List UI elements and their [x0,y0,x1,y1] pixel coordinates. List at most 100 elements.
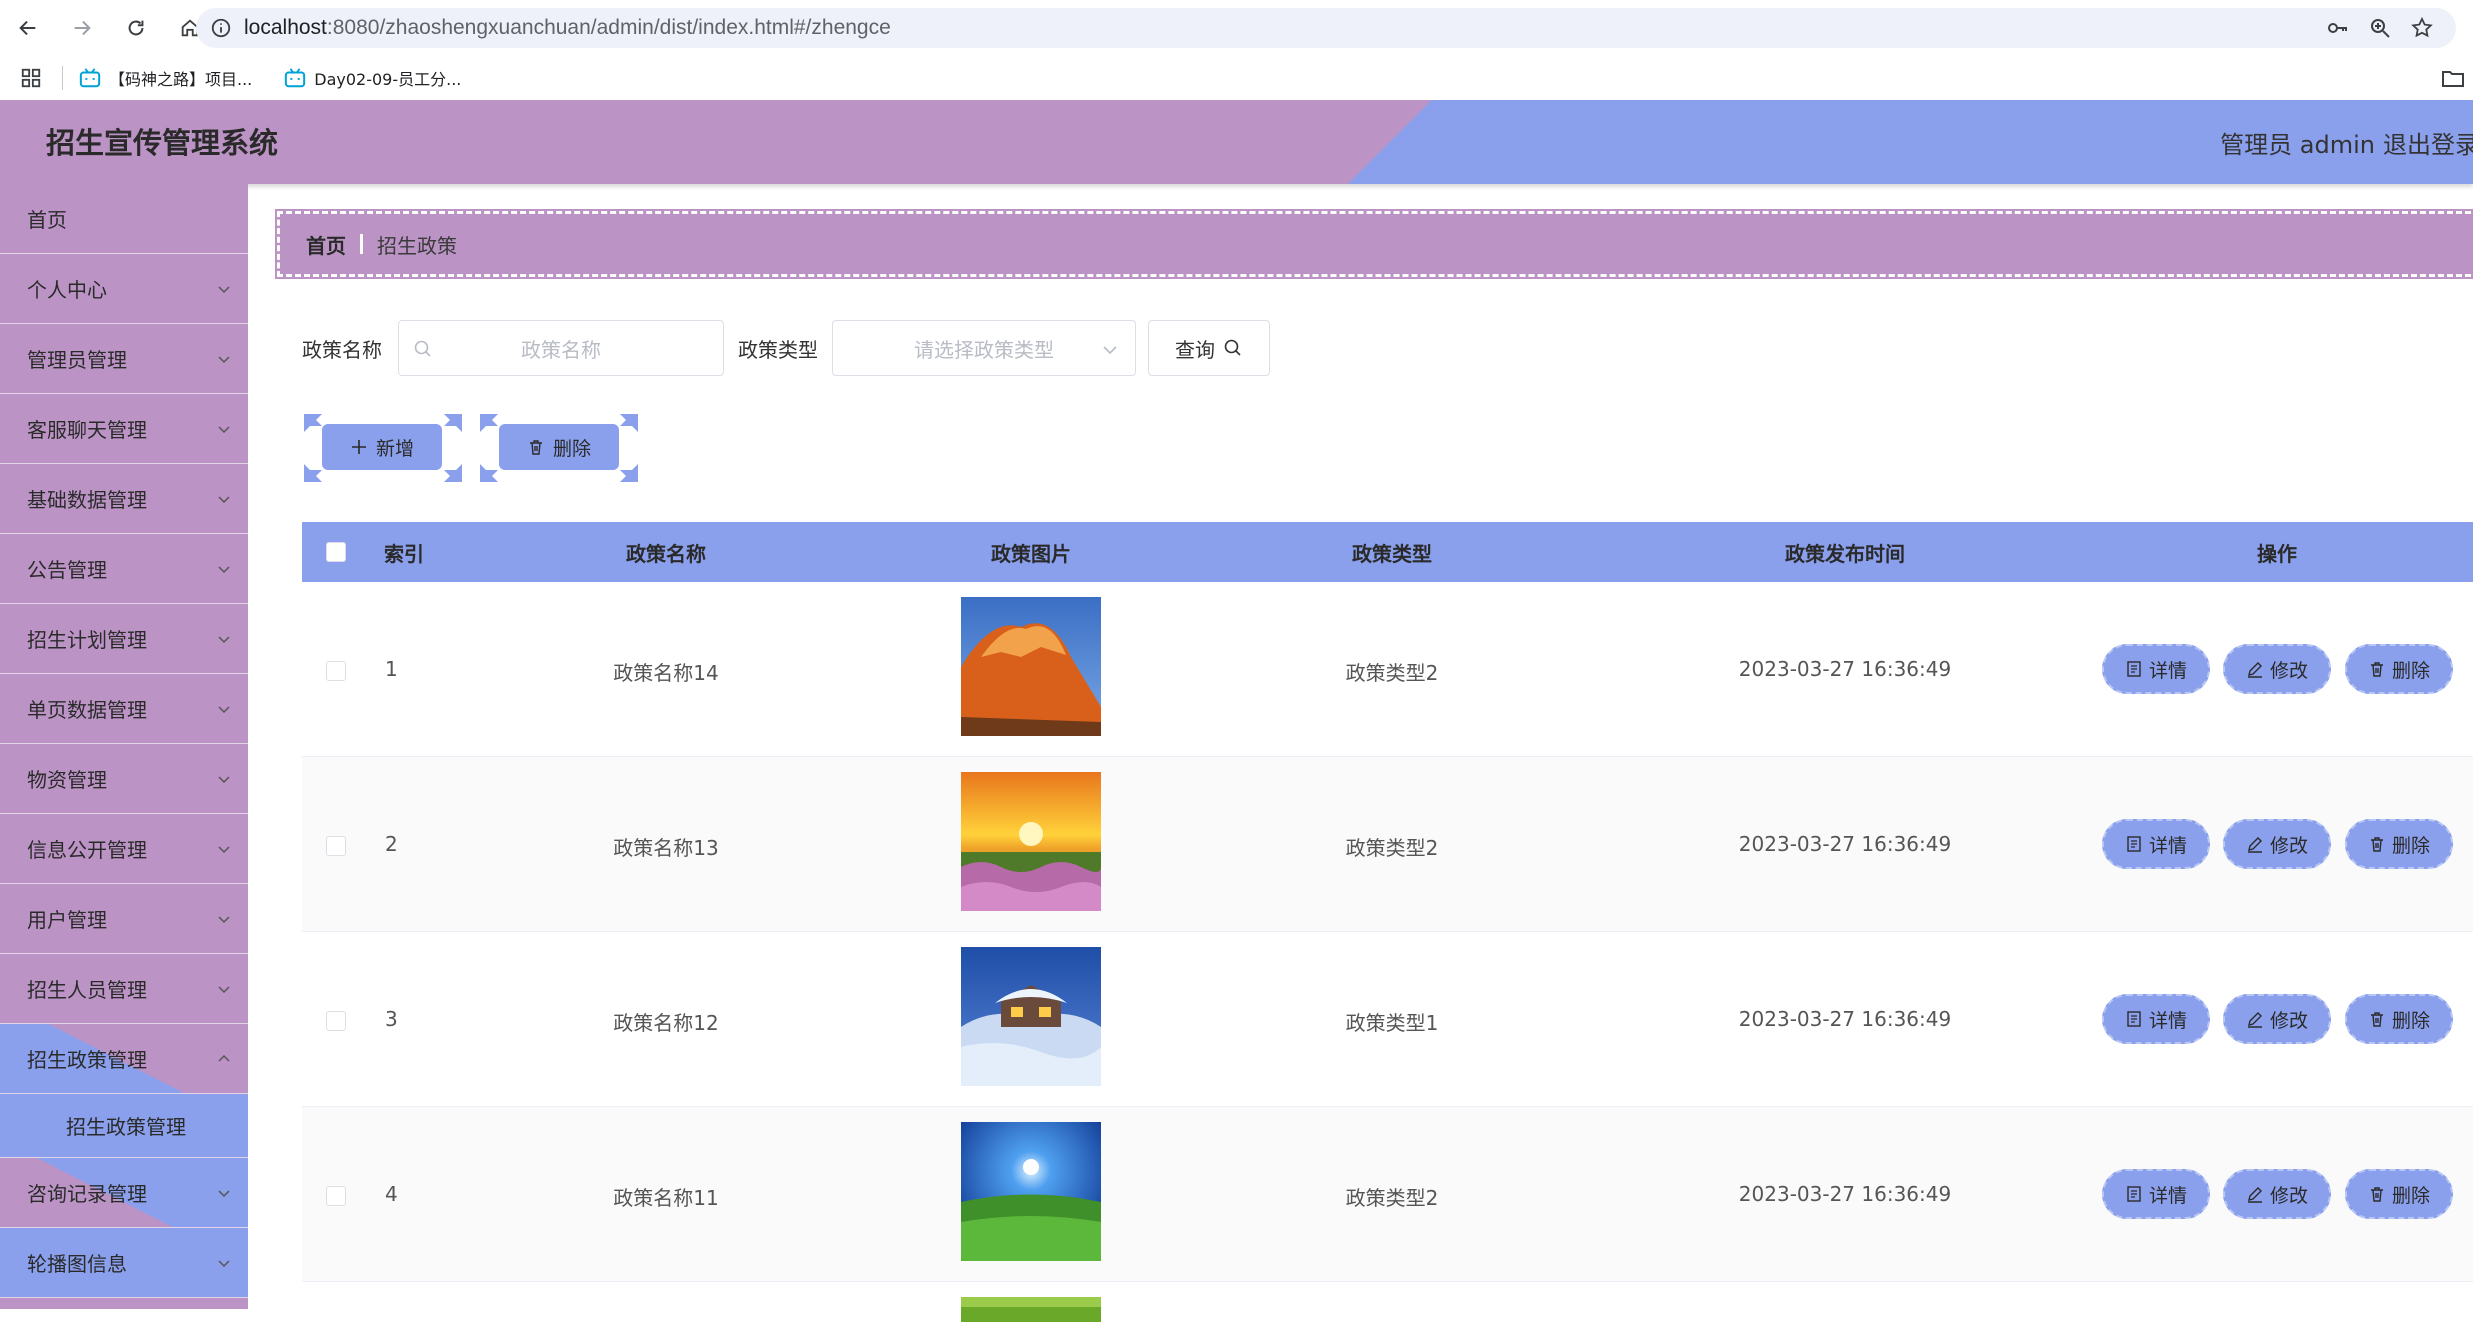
row-publish-time: 2023-03-27 16:36:49 [1738,1007,1952,1031]
row-publish-time: 2023-03-27 16:36:49 [1738,657,1952,681]
sidebar-item-admin[interactable]: 管理员管理 [0,324,248,394]
back-icon[interactable] [6,6,50,50]
chevron-down-icon [218,776,230,784]
chevron-down-icon [218,846,230,854]
policy-name-input[interactable]: 政策名称 [398,320,724,376]
sidebar-item-label: 基础数据管理 [27,488,147,512]
sidebar-item-plan[interactable]: 招生计划管理 [0,604,248,674]
row-publish-time: 2023-03-27 16:36:49 [1738,832,1952,856]
sidebar-item-info-public[interactable]: 信息公开管理 [0,814,248,884]
sidebar-item-carousel[interactable]: 轮播图信息 [0,1228,248,1298]
edit-button[interactable]: 修改 [2223,644,2331,694]
row-checkbox[interactable] [326,661,346,681]
row-policy-name: 政策名称11 [613,1186,719,1210]
row-delete-label: 删除 [2391,1184,2430,1207]
breadcrumb: 首页 招生政策 [275,209,2473,279]
sidebar-item-recruiters[interactable]: 招生人员管理 [0,954,248,1024]
chevron-down-icon [218,566,230,574]
edit-pencil-icon [2247,837,2262,853]
sidebar-item-users[interactable]: 用户管理 [0,884,248,954]
sidebar-item-notice[interactable]: 公告管理 [0,534,248,604]
batch-delete-button[interactable]: 删除 [499,424,619,470]
chevron-down-icon [218,986,230,994]
policy-type-select[interactable]: 请选择政策类型 [832,320,1136,376]
sidebar-item-label: 招生计划管理 [27,628,147,652]
row-checkbox[interactable] [326,1186,346,1206]
policy-image[interactable] [961,1122,1101,1261]
table-row: 3 政策名称12 政策类型1 2023-03-27 16:36:49 详情 修改… [302,932,2473,1107]
detail-button[interactable]: 详情 [2102,644,2210,694]
query-button-label: 查询 [1175,337,1215,362]
sidebar-item-consult[interactable]: 咨询记录管理 [0,1158,248,1228]
sidebar-subitem-policy-manage[interactable]: 招生政策管理 [0,1094,248,1158]
bilibili-icon [285,68,306,88]
breadcrumb-separator [360,234,363,254]
chevron-down-icon [218,426,230,434]
edit-pencil-icon [2247,1012,2262,1028]
apps-grid-icon[interactable] [20,67,42,89]
logout-button[interactable]: 退出登录 [2383,125,2473,160]
column-header-index: 索引 [384,541,424,566]
chevron-down-icon [218,1260,230,1268]
site-info-icon[interactable] [210,17,232,39]
sidebar-item-label: 咨询记录管理 [27,1182,147,1206]
row-delete-button[interactable]: 删除 [2345,1169,2453,1219]
query-button[interactable]: 查询 [1148,320,1270,376]
sidebar-item-label: 个人中心 [27,278,107,302]
bookmark-item[interactable]: Day02-09-员工分... [284,66,461,90]
edit-button[interactable]: 修改 [2223,819,2331,869]
edit-button[interactable]: 修改 [2223,1169,2331,1219]
trash-icon [2370,1187,2383,1202]
policy-image[interactable] [961,597,1101,736]
detail-button[interactable]: 详情 [2102,1169,2210,1219]
row-delete-button[interactable]: 删除 [2345,994,2453,1044]
sidebar-item-chat[interactable]: 客服聊天管理 [0,394,248,464]
sidebar-item-policy[interactable]: 招生政策管理 [0,1024,248,1094]
row-checkbox[interactable] [326,836,346,856]
policy-image[interactable] [961,1297,1101,1322]
sidebar-item-label: 招生政策管理 [27,1048,147,1072]
trash-icon [2370,1012,2383,1027]
sidebar-item-home[interactable]: 首页 [0,184,248,254]
password-key-icon[interactable] [2326,16,2350,40]
select-all-checkbox[interactable] [326,542,346,562]
current-user: 管理员 admin [2220,131,2375,159]
row-delete-button[interactable]: 删除 [2345,819,2453,869]
row-policy-name: 政策名称12 [613,1011,719,1035]
reload-icon[interactable] [114,6,158,50]
sidebar-item-label: 客服聊天管理 [27,418,147,442]
detail-button-label: 详情 [2148,659,2187,682]
detail-button[interactable]: 详情 [2102,994,2210,1044]
table-row: 1 政策名称14 政策类型2 2023-03-27 16:36:49 详情 修改… [302,582,2473,757]
detail-button[interactable]: 详情 [2102,819,2210,869]
sidebar-subitem-label: 招生政策管理 [66,1115,186,1139]
policy-image[interactable] [961,772,1101,911]
edit-button[interactable]: 修改 [2223,994,2331,1044]
all-bookmarks-folder-icon[interactable] [2441,66,2465,90]
bookmark-item[interactable]: 【码神之路】项目... [79,66,252,90]
search-icon [1224,339,1241,356]
sidebar-item-supplies[interactable]: 物资管理 [0,744,248,814]
sidebar-item-personal-center[interactable]: 个人中心 [0,254,248,324]
chevron-down-icon [218,496,230,504]
app-title: 招生宣传管理系统 [46,126,279,160]
sidebar-item-label: 信息公开管理 [27,838,147,862]
row-policy-type: 政策类型2 [1345,836,1439,860]
add-button[interactable]: 新增 [322,424,442,470]
trash-icon [2370,662,2383,677]
sidebar-item-label: 单页数据管理 [27,698,147,722]
sidebar-item-base-data[interactable]: 基础数据管理 [0,464,248,534]
address-bar[interactable]: localhost:8080/zhaoshengxuanchuan/admin/… [196,8,2456,48]
row-checkbox[interactable] [326,1011,346,1031]
bookmark-star-icon[interactable] [2410,16,2434,40]
column-header-name: 政策名称 [626,541,706,566]
breadcrumb-home[interactable]: 首页 [306,230,346,259]
row-delete-button[interactable]: 删除 [2345,644,2453,694]
forward-icon[interactable] [60,6,104,50]
row-policy-type: 政策类型1 [1345,1011,1439,1035]
policy-image[interactable] [961,947,1101,1086]
edit-button-label: 修改 [2269,1184,2308,1207]
sidebar-item-single-page[interactable]: 单页数据管理 [0,674,248,744]
zoom-icon[interactable] [2368,16,2392,40]
trash-icon [2370,837,2383,852]
